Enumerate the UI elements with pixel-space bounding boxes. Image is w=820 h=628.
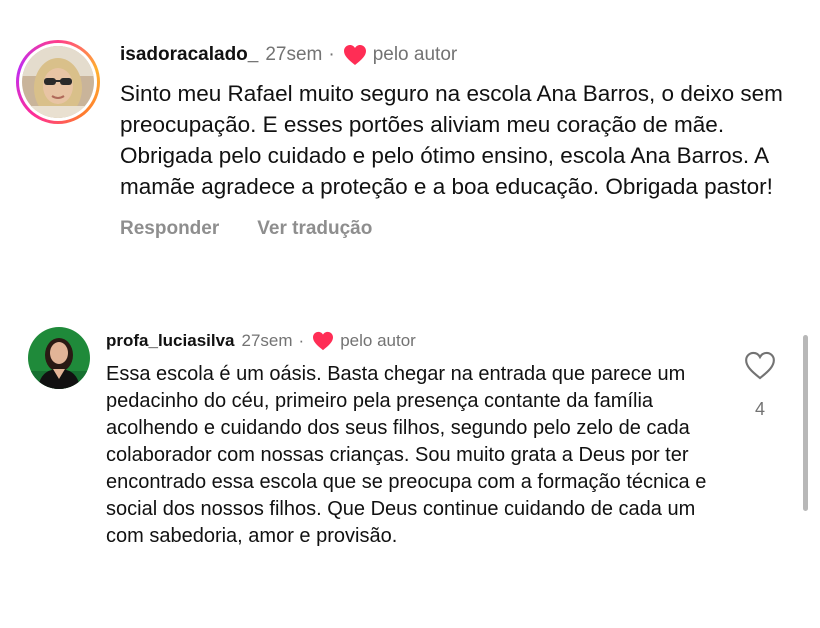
comment-text: Sinto meu Rafael muito seguro na escola … <box>120 81 783 199</box>
separator: · <box>298 331 305 350</box>
comment-like-area: 4 <box>742 351 778 420</box>
see-translation-button[interactable]: Ver tradução <box>257 218 372 240</box>
heart-filled-icon <box>312 331 334 351</box>
avatar[interactable] <box>28 327 90 389</box>
username[interactable]: profa_luciasilva <box>106 331 235 351</box>
comments-screen: isadoracalado_ 27sem · pelo autor Sinto … <box>0 0 820 628</box>
liked-by-author-label: pelo autor <box>372 44 458 65</box>
liked-by-author-label: pelo autor <box>340 331 416 350</box>
comment-meta: isadoracalado_ 27sem · pelo autor <box>120 40 790 70</box>
comment-item: profa_luciasilva 27sem · pelo autor Essa… <box>28 327 788 550</box>
comment-meta: profa_luciasilva 27sem · pelo autor <box>106 327 726 355</box>
avatar-story-ring[interactable] <box>16 40 100 124</box>
comment-actions: Responder Ver tradução <box>120 218 790 240</box>
comment-text: Essa escola é um oásis. Basta chegar na … <box>106 363 707 547</box>
timestamp: 27sem <box>241 331 293 350</box>
scrollbar[interactable] <box>803 335 808 511</box>
username[interactable]: isadoracalado_ <box>120 44 258 66</box>
separator: · <box>328 44 335 65</box>
heart-filled-icon <box>343 44 367 66</box>
heart-outline-icon[interactable] <box>744 351 776 385</box>
avatar <box>22 46 94 118</box>
timestamp: 27sem <box>265 44 323 65</box>
comment-item: isadoracalado_ 27sem · pelo autor Sinto … <box>16 40 796 240</box>
like-count: 4 <box>754 399 765 419</box>
reply-button[interactable]: Responder <box>120 218 219 240</box>
